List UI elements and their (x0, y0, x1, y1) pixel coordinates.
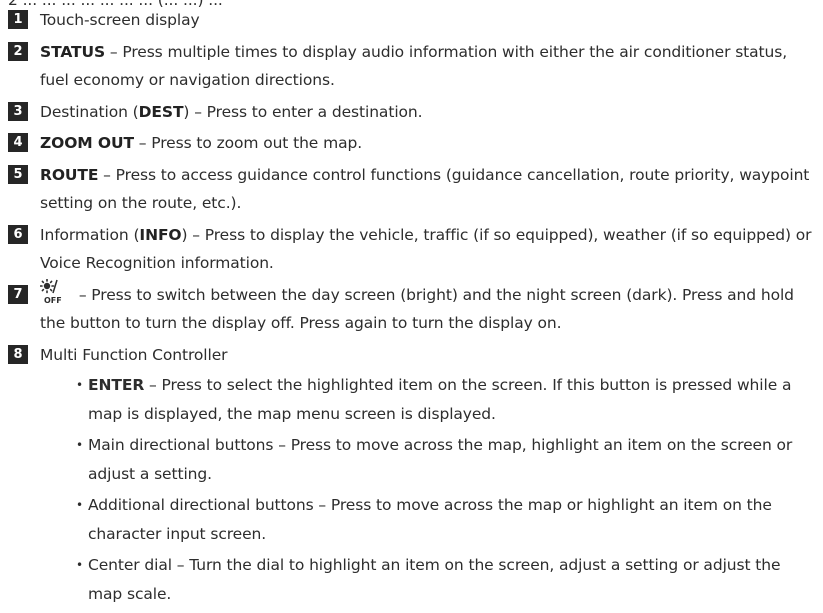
text-run: Information ( (40, 225, 140, 244)
bold-term: ROUTE (40, 165, 99, 184)
item-4: 4 ZOOM OUT – Press to zoom out the map. (8, 129, 816, 158)
sub-item: Main directional buttons – Press to move… (76, 431, 816, 488)
item-text: Multi Function Controller (40, 341, 816, 370)
off-label: OFF (44, 295, 62, 305)
text-run: Touch-screen display (40, 11, 200, 29)
item-number-badge: 6 (8, 224, 28, 244)
item-6: 6 Information (INFO) – Press to display t… (8, 221, 816, 278)
text-run: – Press to select the highlighted item o… (88, 376, 792, 423)
item-3: 3 Destination (DEST) – Press to enter a d… (8, 98, 816, 127)
item-text: Information (INFO) – Press to display th… (40, 221, 816, 278)
bold-term: STATUS (40, 42, 106, 61)
text-run: – Press to zoom out the map. (133, 134, 363, 152)
text-run: Additional directional buttons – Press t… (88, 496, 772, 543)
sub-item-list: ENTER – Press to select the highlighted … (40, 371, 816, 608)
item-number-badge: 3 (8, 101, 28, 121)
text-run: Multi Function Controller (40, 345, 228, 364)
item-number-badge: 8 (8, 344, 28, 364)
item-number-badge: 1 (8, 10, 28, 29)
bold-term: INFO (139, 225, 182, 244)
text-run: – Press to access guidance control funct… (40, 165, 810, 213)
bold-term: ENTER (88, 376, 145, 394)
sub-item: Additional directional buttons – Press t… (76, 491, 816, 548)
text-run: Center dial – Turn the dial to highlight… (88, 556, 781, 603)
item-text: STATUS – Press multiple times to display… (40, 38, 816, 95)
bold-term: DEST (138, 102, 184, 121)
text-run: Main directional buttons – Press to move… (88, 436, 793, 483)
item-text: ZOOM OUT – Press to zoom out the map. (40, 129, 816, 158)
item-text: ROUTE – Press to access guidance control… (40, 161, 816, 218)
item-number-badge: 2 (8, 41, 28, 61)
item-text: OFF – Press to switch between the day sc… (40, 278, 816, 338)
item-8: 8 Multi Function Controller ENTER – Press … (8, 341, 816, 609)
item-5: 5 ROUTE – Press to access guidance contro… (8, 161, 816, 218)
bold-term: ZOOM OUT (40, 134, 134, 152)
item-1: 1 Touch-screen display (8, 6, 816, 35)
day-night-icon: OFF (40, 278, 74, 305)
item-7: 7 OFF – Press to switch between the day s… (8, 278, 816, 338)
text-run: – Press to switch between the day screen… (40, 285, 794, 333)
sub-item: ENTER – Press to select the highlighted … (76, 371, 816, 428)
text-run: ) – Press to enter a destination. (183, 102, 423, 121)
item-number-badge: 4 (8, 133, 28, 152)
item-number-badge: 7 (8, 284, 28, 304)
item-text: Touch-screen display (40, 6, 816, 35)
text-run: Destination ( (40, 102, 139, 121)
text-run: – Press multiple times to display audio … (40, 42, 788, 90)
item-text: Destination (DEST) – Press to enter a de… (40, 98, 816, 127)
item-number-badge: 5 (8, 164, 28, 184)
sub-item: Center dial – Turn the dial to highlight… (76, 551, 816, 608)
control-descriptions-list: 1 Touch-screen display 2 STATUS – Press mul… (8, 6, 816, 611)
item-2: 2 STATUS – Press multiple times to displa… (8, 38, 816, 95)
